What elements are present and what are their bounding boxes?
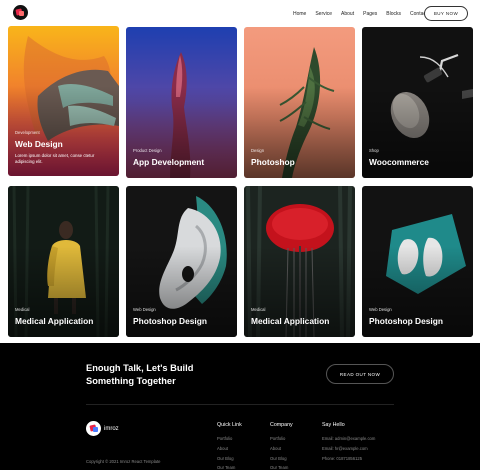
card-category: Web Design xyxy=(133,307,156,312)
contact-email-admin[interactable]: Email: admin@example.com xyxy=(322,436,375,441)
portfolio-card[interactable]: Medical Medical Application xyxy=(8,186,119,337)
company-heading: Company xyxy=(270,422,293,428)
say-hello-heading: Say Hello xyxy=(322,422,345,428)
footer-logo-icon[interactable] xyxy=(86,421,101,436)
site-footer: Enough Talk, Let's Build Something Toget… xyxy=(0,343,480,470)
portfolio-card[interactable]: Web Design Photoshop Design xyxy=(362,186,473,337)
footer-link-team[interactable]: Our Team xyxy=(217,465,235,470)
footer-link-team[interactable]: Our Team xyxy=(270,465,288,470)
site-header: Home Service About Pages Blocks Contact … xyxy=(0,0,480,27)
main-nav: Home Service About Pages Blocks Contact xyxy=(293,11,427,17)
card-category: Development xyxy=(15,130,40,135)
nav-blocks[interactable]: Blocks xyxy=(386,11,401,17)
cta-heading-line2: Something Together xyxy=(86,376,176,386)
card-title[interactable]: Photoshop xyxy=(251,157,295,167)
footer-link-portfolio[interactable]: Portfolio xyxy=(217,436,232,441)
contact-phone[interactable]: Phone: 01871856125 xyxy=(322,456,362,461)
quick-link-heading: Quick Link xyxy=(217,422,242,428)
footer-link-about[interactable]: About xyxy=(217,446,228,451)
portfolio-card[interactable]: Medical Medical Application xyxy=(244,186,355,337)
footer-divider xyxy=(86,404,394,405)
portfolio-card[interactable]: Development Web Design Lorem ipsum dolor… xyxy=(8,26,119,176)
portfolio-card[interactable]: Shop Woocommerce xyxy=(362,27,473,178)
nav-pages[interactable]: Pages xyxy=(363,11,377,17)
card-title[interactable]: Woocommerce xyxy=(369,157,429,167)
card-category: Medical xyxy=(251,307,266,312)
nav-service[interactable]: Service xyxy=(315,11,332,17)
logo-icon[interactable] xyxy=(13,5,28,20)
footer-link-blog[interactable]: Our Blog xyxy=(217,456,234,461)
card-category: Web Design xyxy=(369,307,392,312)
footer-brand[interactable]: imroz xyxy=(104,426,119,432)
nav-about[interactable]: About xyxy=(341,11,354,17)
card-title[interactable]: Photoshop Design xyxy=(369,316,443,326)
cta-heading-line1: Enough Talk, Let's Build xyxy=(86,363,194,373)
portfolio-card[interactable]: Web Design Photoshop Design xyxy=(126,186,237,337)
card-description: Lorem ipsum dolor sit amet, conse ctetur… xyxy=(15,153,95,164)
cta-heading: Enough Talk, Let's Build Something Toget… xyxy=(86,362,266,388)
footer-link-about[interactable]: About xyxy=(270,446,281,451)
card-title[interactable]: Web Design xyxy=(15,139,63,149)
card-category: Design xyxy=(251,148,265,153)
footer-link-portfolio[interactable]: Portfolio xyxy=(270,436,285,441)
card-title[interactable]: Medical Application xyxy=(15,316,93,326)
card-category: Shop xyxy=(369,148,379,153)
contact-email-hr[interactable]: Email: hr@example.com xyxy=(322,446,368,451)
nav-home[interactable]: Home xyxy=(293,11,306,17)
portfolio-card[interactable]: Design Photoshop xyxy=(244,27,355,178)
copyright-text: Copyright © 2021 Imroz React Template xyxy=(86,459,161,464)
card-title[interactable]: Photoshop Design xyxy=(133,316,207,326)
card-category: Medical xyxy=(15,307,30,312)
portfolio-card[interactable]: Product Design App Development xyxy=(126,27,237,178)
buy-now-button[interactable]: BUY NOW xyxy=(424,6,468,21)
card-title[interactable]: Medical Application xyxy=(251,316,329,326)
card-category: Product Design xyxy=(133,148,162,153)
footer-link-blog[interactable]: Our Blog xyxy=(270,456,287,461)
read-out-now-button[interactable]: READ OUT NOW xyxy=(326,364,394,384)
card-title[interactable]: App Development xyxy=(133,157,204,167)
